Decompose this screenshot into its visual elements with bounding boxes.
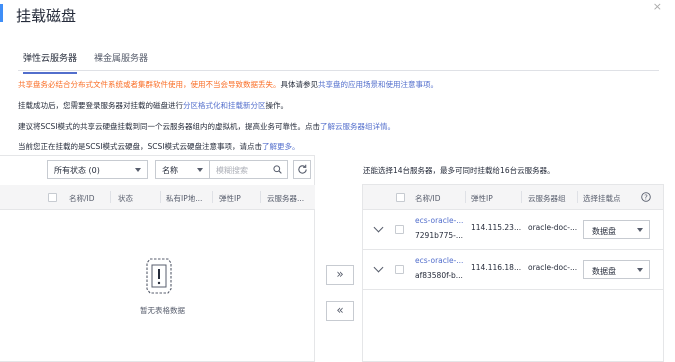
help-icon[interactable]: ?	[641, 192, 651, 202]
server-group-link[interactable]: 了解云服务器组详情。	[320, 122, 395, 131]
mount-point-select[interactable]: 数据盘	[583, 220, 650, 239]
mount-point-select[interactable]: 数据盘	[583, 260, 650, 279]
server-name-link[interactable]: ecs-oracle-...	[415, 216, 463, 225]
col-status[interactable]: 状态	[118, 193, 133, 204]
col-mount-point[interactable]: 选择挂载点	[583, 193, 621, 204]
notice-scsi-mode: 当前您正在挂载的是SCSI模式云硬盘，SCSI模式云硬盘注意事项，请点击了解更多…	[18, 141, 299, 152]
notice-text: 当前您正在挂载的是SCSI模式云硬盘，SCSI模式云硬盘注意事项，请点击	[18, 142, 262, 151]
tab-bar: 弹性云服务器 裸金属服务器	[18, 46, 659, 74]
remove-from-selected-button[interactable]: «	[326, 301, 354, 321]
server-name-link[interactable]: ecs-oracle-...	[415, 256, 463, 265]
column-divider	[521, 191, 522, 203]
status-filter-value: 所有状态 (0)	[54, 166, 100, 175]
search-placeholder: 模糊搜索	[216, 166, 248, 175]
column-divider	[110, 191, 111, 203]
right-table-header: 名称/ID 弹性IP 云服务器组 选择挂载点 ?	[363, 185, 663, 210]
field-filter-select[interactable]: 名称	[155, 160, 210, 179]
selection-limit-text: 还能选择14台服务器，最多可同时挂载给16台云服务器。	[363, 166, 555, 175]
col-server-group[interactable]: 云服务器...	[267, 193, 304, 204]
select-all-checkbox[interactable]	[48, 193, 57, 202]
search-icon[interactable]	[273, 165, 282, 174]
col-server-group[interactable]: 云服务器组	[528, 193, 566, 204]
left-table-header: 名称/ID 状态 私有IP地... 弹性IP 云服务器...	[0, 185, 315, 210]
notice-text: 建议将SCSI模式的共享云硬盘挂载到同一个云服务器组内的虚拟机，提高业务可靠性。…	[18, 122, 320, 131]
partition-format-link[interactable]: 分区格式化和挂载新分区	[183, 101, 266, 110]
col-eip[interactable]: 弹性IP	[471, 193, 493, 204]
notice-shared-disk: 共享盘务必结合分布式文件系统或者集群软件使用，使用不当会导致数据丢失。具体请参见…	[18, 79, 438, 90]
server-group: oracle-doc-...	[528, 263, 578, 272]
status-filter-select[interactable]: 所有状态 (0)	[47, 160, 148, 179]
column-divider	[260, 191, 261, 203]
notice-scsi-group: 建议将SCSI模式的共享云硬盘挂载到同一个云服务器组内的虚拟机，提高业务可靠性。…	[18, 121, 395, 132]
column-divider	[160, 191, 161, 203]
dialog-title: 挂载磁盘	[16, 7, 77, 25]
chevron-down-icon[interactable]	[373, 222, 384, 233]
mount-point-value: 数据盘	[592, 227, 616, 236]
column-divider	[212, 191, 213, 203]
row-checkbox[interactable]	[395, 265, 404, 274]
col-private-ip[interactable]: 私有IP地...	[166, 193, 202, 204]
column-divider	[577, 191, 578, 203]
empty-table-text: 暂无表格数据	[140, 306, 185, 315]
title-accent-bar	[0, 4, 3, 22]
notice-text: 挂载成功后，您需要登录服务器对挂载的磁盘进行	[18, 101, 183, 110]
mount-point-value: 数据盘	[592, 267, 616, 276]
caret-down-icon	[637, 268, 643, 272]
learn-more-link[interactable]: 了解更多。	[262, 142, 300, 151]
add-to-selected-button[interactable]: »	[326, 265, 354, 285]
tab-bms[interactable]: 裸金属服务器	[94, 51, 148, 72]
empty-data-icon	[146, 258, 172, 294]
server-group: oracle-doc-...	[528, 223, 578, 232]
field-filter-value: 名称	[162, 166, 178, 175]
caret-down-icon	[197, 168, 203, 172]
server-id: af83580f-b...	[415, 271, 463, 280]
server-id: 7291b775-...	[415, 231, 464, 240]
col-name-id[interactable]: 名称/ID	[415, 193, 441, 204]
refresh-button[interactable]	[293, 160, 311, 179]
notice-mount-success: 挂载成功后，您需要登录服务器对挂载的磁盘进行分区格式化和挂载新分区操作。	[18, 100, 288, 111]
server-eip: 114.115.23...	[471, 223, 522, 232]
warning-text: 共享盘务必结合分布式文件系统或者集群软件使用，使用不当会导致数据丢失。	[18, 80, 281, 89]
notice-text: 操作。	[265, 101, 289, 110]
chevron-down-icon[interactable]	[373, 262, 384, 273]
shared-disk-usage-link[interactable]: 共享盘的应用场景和使用注意事项。	[318, 80, 438, 89]
col-eip[interactable]: 弹性IP	[219, 193, 241, 204]
table-row[interactable]: ecs-oracle-... af83580f-b... 114.116.18.…	[363, 250, 663, 290]
close-icon[interactable]: ×	[653, 0, 662, 13]
select-all-checkbox[interactable]	[396, 193, 405, 202]
search-input[interactable]: 模糊搜索	[210, 160, 288, 179]
tab-ecs[interactable]: 弹性云服务器	[23, 51, 78, 74]
notice-text: 具体请参见	[280, 80, 319, 89]
table-row[interactable]: ecs-oracle-... 7291b775-... 114.115.23..…	[363, 210, 663, 250]
caret-down-icon	[135, 168, 141, 172]
server-eip: 114.116.18...	[471, 263, 522, 272]
caret-down-icon	[637, 228, 643, 232]
column-divider	[465, 191, 466, 203]
refresh-icon	[298, 164, 307, 174]
col-name-id[interactable]: 名称/ID	[69, 193, 95, 204]
svg-text:?: ?	[644, 194, 648, 202]
row-checkbox[interactable]	[395, 225, 404, 234]
